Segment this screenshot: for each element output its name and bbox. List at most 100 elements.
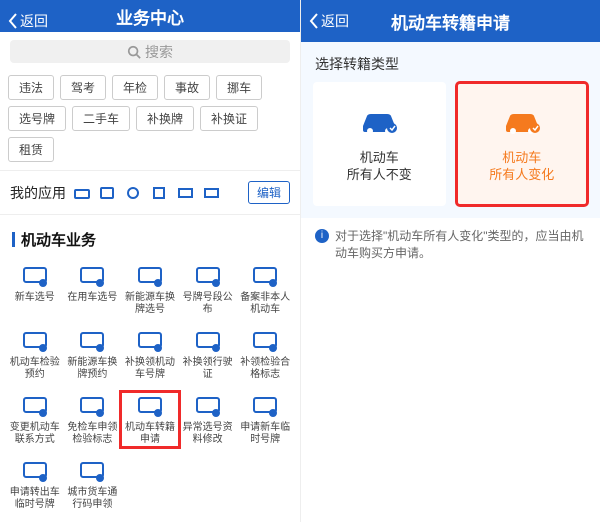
page-title-left: 业务中心 (116, 4, 184, 29)
car-icon (500, 108, 544, 136)
filter-chip[interactable]: 年检 (112, 75, 158, 100)
service-label: 城市货车通行码申领 (65, 487, 121, 510)
filter-chip[interactable]: 二手车 (72, 106, 130, 131)
service-item[interactable]: 机动车转籍申请 (121, 392, 179, 447)
car-icon (357, 108, 401, 136)
my-apps-icons (74, 186, 248, 200)
back-button-right[interactable]: 返回 (309, 0, 349, 42)
back-label: 返回 (321, 11, 349, 31)
back-button-left[interactable]: 返回 (8, 0, 48, 42)
service-icon (135, 394, 165, 418)
service-label: 补换领机动车号牌 (122, 357, 178, 380)
my-apps-row: 我的应用 编辑 (0, 170, 300, 215)
service-label: 异常选号资料修改 (180, 422, 236, 445)
service-item[interactable]: 申请转出车临时号牌 (6, 457, 64, 512)
chevron-left-icon (8, 13, 18, 29)
service-icon (135, 264, 165, 288)
service-label: 机动车检验预约 (7, 357, 63, 380)
service-item[interactable]: 号牌号段公布 (179, 262, 237, 317)
service-label: 补领检验合格标志 (237, 357, 293, 380)
filter-chip[interactable]: 选号牌 (8, 106, 66, 131)
service-icon (77, 394, 107, 418)
page-title-right: 机动车转籍申请 (391, 9, 510, 34)
mini-icon (178, 186, 196, 200)
mini-icon (100, 186, 118, 200)
service-item[interactable]: 异常选号资料修改 (179, 392, 237, 447)
service-icon (77, 329, 107, 353)
service-item[interactable]: 新能源车换牌预约 (64, 327, 122, 382)
right-pane: 返回 机动车转籍申请 选择转籍类型 机动车 所有人不变 机动车 所有人变化 i 对… (300, 0, 600, 522)
service-item[interactable]: 补换领机动车号牌 (121, 327, 179, 382)
filter-chip[interactable]: 违法 (8, 75, 54, 100)
service-icon (77, 459, 107, 483)
filter-chip[interactable]: 挪车 (216, 75, 262, 100)
service-icon (250, 329, 280, 353)
card-caption: 机动车 所有人变化 (489, 150, 554, 184)
service-label: 申请新车临时号牌 (237, 422, 293, 445)
edit-button[interactable]: 编辑 (248, 181, 290, 204)
service-item[interactable]: 机动车检验预约 (6, 327, 64, 382)
mini-icon (126, 186, 144, 200)
service-item[interactable]: 新能源车换牌选号 (121, 262, 179, 317)
service-icon (20, 329, 50, 353)
type-cards: 机动车 所有人不变 机动车 所有人变化 (301, 82, 600, 218)
info-note: i 对于选择"机动车所有人变化"类型的，应当由机动车购买方申请。 (301, 218, 600, 272)
service-icon (20, 394, 50, 418)
filter-chip[interactable]: 补换牌 (136, 106, 194, 131)
chevron-left-icon (309, 13, 319, 29)
service-label: 备案非本人机动车 (237, 292, 293, 315)
service-item[interactable]: 免检车申领检验标志 (64, 392, 122, 447)
service-item[interactable]: 备案非本人机动车 (236, 262, 294, 317)
left-header: 返回 业务中心 (0, 0, 300, 32)
info-text: 对于选择"机动车所有人变化"类型的，应当由机动车购买方申请。 (335, 228, 586, 262)
service-item[interactable]: 变更机动车联系方式 (6, 392, 64, 447)
service-item[interactable]: 新车选号 (6, 262, 64, 317)
service-item[interactable]: 城市货车通行码申领 (64, 457, 122, 512)
back-label: 返回 (20, 11, 48, 31)
service-icon (77, 264, 107, 288)
section-title: 机动车业务 (0, 215, 300, 258)
service-label: 新车选号 (15, 292, 55, 304)
filter-chip[interactable]: 驾考 (60, 75, 106, 100)
service-label: 新能源车换牌选号 (122, 292, 178, 315)
filter-chip[interactable]: 租赁 (8, 137, 54, 162)
service-icon (250, 394, 280, 418)
service-icon (193, 329, 223, 353)
service-item[interactable]: 申请新车临时号牌 (236, 392, 294, 447)
service-icon (193, 394, 223, 418)
service-label: 免检车申领检验标志 (65, 422, 121, 445)
info-icon: i (315, 229, 329, 243)
type-card[interactable]: 机动车 所有人不变 (313, 82, 446, 206)
my-apps-label: 我的应用 (10, 183, 66, 203)
service-label: 号牌号段公布 (180, 292, 236, 315)
subtitle: 选择转籍类型 (301, 42, 600, 82)
service-icon (250, 264, 280, 288)
mini-icon (152, 186, 170, 200)
service-item[interactable]: 补换领行驶证 (179, 327, 237, 382)
service-item[interactable]: 补领检验合格标志 (236, 327, 294, 382)
mini-icon (74, 186, 92, 200)
service-label: 新能源车换牌预约 (65, 357, 121, 380)
service-label: 机动车转籍申请 (122, 422, 178, 445)
type-card[interactable]: 机动车 所有人变化 (456, 82, 589, 206)
right-header: 返回 机动车转籍申请 (301, 0, 600, 42)
search-icon (127, 45, 141, 59)
filter-chips: 违法驾考年检事故挪车选号牌二手车补换牌补换证租赁 (0, 71, 300, 170)
service-icon (20, 264, 50, 288)
search-input[interactable]: 搜索 (10, 40, 290, 63)
service-label: 申请转出车临时号牌 (7, 487, 63, 510)
card-caption: 机动车 所有人不变 (347, 150, 412, 184)
services-grid: 新车选号在用车选号新能源车换牌选号号牌号段公布备案非本人机动车机动车检验预约新能… (0, 258, 300, 522)
service-label: 变更机动车联系方式 (7, 422, 63, 445)
search-placeholder: 搜索 (145, 42, 173, 62)
filter-chip[interactable]: 事故 (164, 75, 210, 100)
service-item[interactable]: 在用车选号 (64, 262, 122, 317)
service-label: 补换领行驶证 (180, 357, 236, 380)
service-label: 在用车选号 (67, 292, 117, 304)
filter-chip[interactable]: 补换证 (200, 106, 258, 131)
service-icon (193, 264, 223, 288)
left-pane: 返回 业务中心 搜索 违法驾考年检事故挪车选号牌二手车补换牌补换证租赁 我的应用… (0, 0, 300, 522)
mini-icon (204, 186, 222, 200)
service-icon (135, 329, 165, 353)
service-icon (20, 459, 50, 483)
